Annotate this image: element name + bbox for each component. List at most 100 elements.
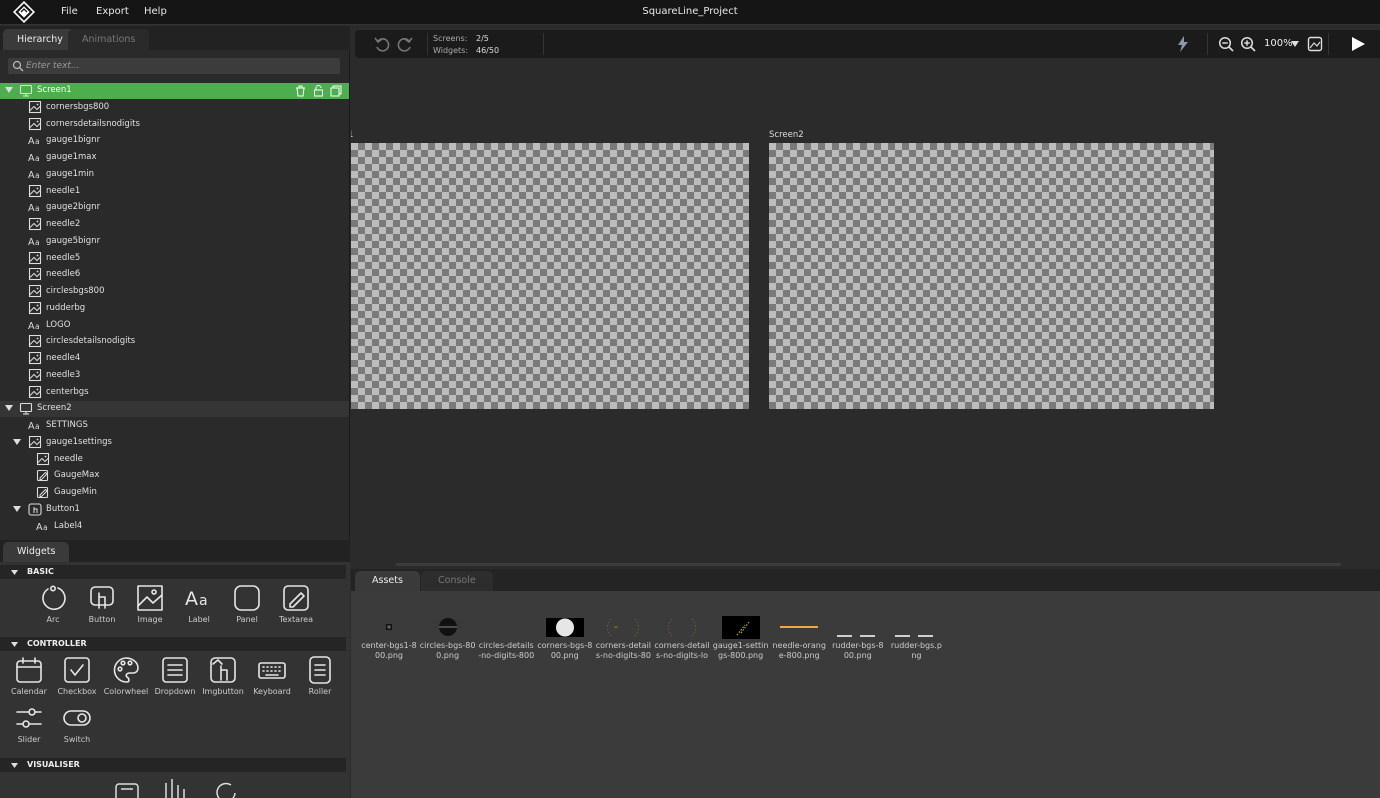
widget-arc[interactable]: Arc [28,584,78,630]
tree-item[interactable]: Aa gauge2bignr [0,200,349,216]
section-basic[interactable]: BASIC [0,565,346,579]
asset-item[interactable]: gauge1-settin gs-800.png [711,613,771,661]
svg-text:a: a [43,523,48,532]
trash-icon[interactable] [295,85,306,97]
widget-colorwheel[interactable]: Colorwheel [101,656,151,702]
lock-icon[interactable] [313,85,324,97]
redo-icon[interactable] [396,35,414,53]
tree-item[interactable]: rudderbg [0,301,349,317]
tree-item[interactable]: Aa gauge1min [0,167,349,183]
widget-switch[interactable]: Switch [52,704,102,750]
left-panel: Hierarchy Animations Screen1 cornersbgs8… [0,26,350,798]
asset-item[interactable]: rudder-bgs-8 00.png [828,613,888,661]
widget-calendar[interactable]: Calendar [4,656,54,702]
menu-help[interactable]: Help [144,6,167,17]
tab-assets[interactable]: Assets [355,571,420,591]
screen1-preview[interactable] [351,143,749,409]
image-icon [125,584,175,612]
tree-item-label: circlesdetailsnodigits [46,336,136,347]
section-controller[interactable]: CONTROLLER [0,637,346,651]
asset-item[interactable]: circles-details -no-digits-800 [476,613,536,661]
tree-item[interactable]: Aa gauge1max [0,150,349,166]
lightning-icon[interactable] [1175,35,1191,53]
tab-widgets[interactable]: Widgets [3,542,70,562]
fit-screen-icon[interactable] [1307,36,1323,52]
tree-item[interactable]: centerbgs [0,385,349,401]
tree-item[interactable]: Aa gauge5bignr [0,234,349,250]
widget-roller[interactable]: Roller [295,656,345,702]
tab-console[interactable]: Console [421,571,493,591]
tree-item[interactable]: Aa SETTINGS [0,418,349,434]
tree-item[interactable]: Aa LOGO [0,318,349,334]
widget-button[interactable]: Button [77,584,127,630]
asset-item[interactable]: rudder-bgs.p ng [886,613,946,661]
visualiser-widget-icons[interactable] [113,777,243,798]
widget-dropdown[interactable]: Dropdown [150,656,200,702]
tree-item[interactable]: needle6 [0,267,349,283]
tree-item[interactable]: Aa Label4 [0,519,349,535]
tree-item[interactable]: GaugeMax [0,468,349,484]
triangle-down-icon[interactable] [13,438,21,446]
section-controller-title: CONTROLLER [27,639,87,648]
widget-checkbox[interactable]: Checkbox [52,656,102,702]
widget-imgbutton[interactable]: Imgbutton [198,656,248,702]
zoom-in-icon[interactable] [1240,36,1256,52]
triangle-down-icon[interactable] [5,404,13,412]
chevron-down-icon[interactable] [1291,41,1299,48]
tree-item[interactable]: Aa gauge1bignr [0,133,349,149]
widget-panel[interactable]: Panel [222,584,272,630]
asset-filename: circles-bgs-80 0.png [419,641,476,660]
image-icon [28,335,42,348]
widget-slider[interactable]: Slider [4,704,54,750]
tree-screen-screen2[interactable]: Screen2 [0,401,349,418]
design-canvas[interactable]: 1 Screen2 [351,60,1380,567]
tree-item[interactable]: gauge1settings [0,435,349,451]
widget-textarea[interactable]: Textarea [271,584,321,630]
image-icon [28,285,42,298]
tree-item[interactable]: circlesdetailsnodigits [0,334,349,350]
asset-thumbnail-image [769,613,829,641]
tree-item[interactable]: needle4 [0,351,349,367]
play-icon[interactable] [1350,36,1366,52]
asset-item[interactable]: corners-detail s-no-digits-80 [593,613,653,661]
svg-text:A: A [28,170,35,181]
tree-item[interactable]: needle1 [0,184,349,200]
triangle-down-icon[interactable] [13,505,21,513]
tree-item[interactable]: needle3 [0,368,349,384]
asset-filename: needle-orang e-800.png [772,641,826,660]
duplicate-icon[interactable] [330,85,342,97]
menu-export[interactable]: Export [96,6,129,17]
screen2-preview[interactable] [769,143,1214,409]
tree-item[interactable]: GaugeMin [0,485,349,501]
asset-item[interactable]: needle-orang e-800.png [769,613,829,661]
tree-item[interactable]: needle [0,452,349,468]
tab-animations[interactable]: Animations [68,29,150,50]
menu-file[interactable]: File [61,6,78,17]
tree-item[interactable]: Button1 [0,502,349,518]
hierarchy-search-input[interactable] [26,58,326,74]
tree-item[interactable]: cornersbgs800 [0,100,349,116]
canvas-horizontal-scrollbar[interactable] [396,563,1341,566]
widget-label[interactable]: Aa Label [174,584,224,630]
asset-item[interactable]: corners-detail s-no-digits-lo [652,613,712,661]
asset-thumbnail-image [593,613,653,641]
asset-item[interactable]: circles-bgs-80 0.png [418,613,478,661]
tab-hierarchy[interactable]: Hierarchy [3,29,77,50]
section-visualiser[interactable]: VISUALISER [0,758,346,772]
tree-item[interactable]: needle5 [0,251,349,267]
asset-item[interactable]: corners-bgs-8 00.png [535,613,595,661]
tree-item[interactable]: needle2 [0,217,349,233]
undo-icon[interactable] [373,35,391,53]
tree-item[interactable]: cornersdetailsnodigits [0,117,349,133]
tree-item[interactable]: circlesbgs800 [0,284,349,300]
widget-image[interactable]: Image [125,584,175,630]
section-visualiser-title: VISUALISER [27,760,80,769]
widget-keyboard[interactable]: Keyboard [247,656,297,702]
asset-filename: corners-detail s-no-digits-lo [654,641,710,660]
zoom-out-icon[interactable] [1218,36,1234,52]
tree-screen-screen1[interactable]: Screen1 [0,83,349,99]
squareline-logo-icon[interactable] [13,1,35,23]
asset-item[interactable]: center-bgs1-8 00.png [359,613,419,661]
triangle-down-icon[interactable] [5,86,13,94]
zoom-level[interactable]: 100% [1264,38,1293,49]
